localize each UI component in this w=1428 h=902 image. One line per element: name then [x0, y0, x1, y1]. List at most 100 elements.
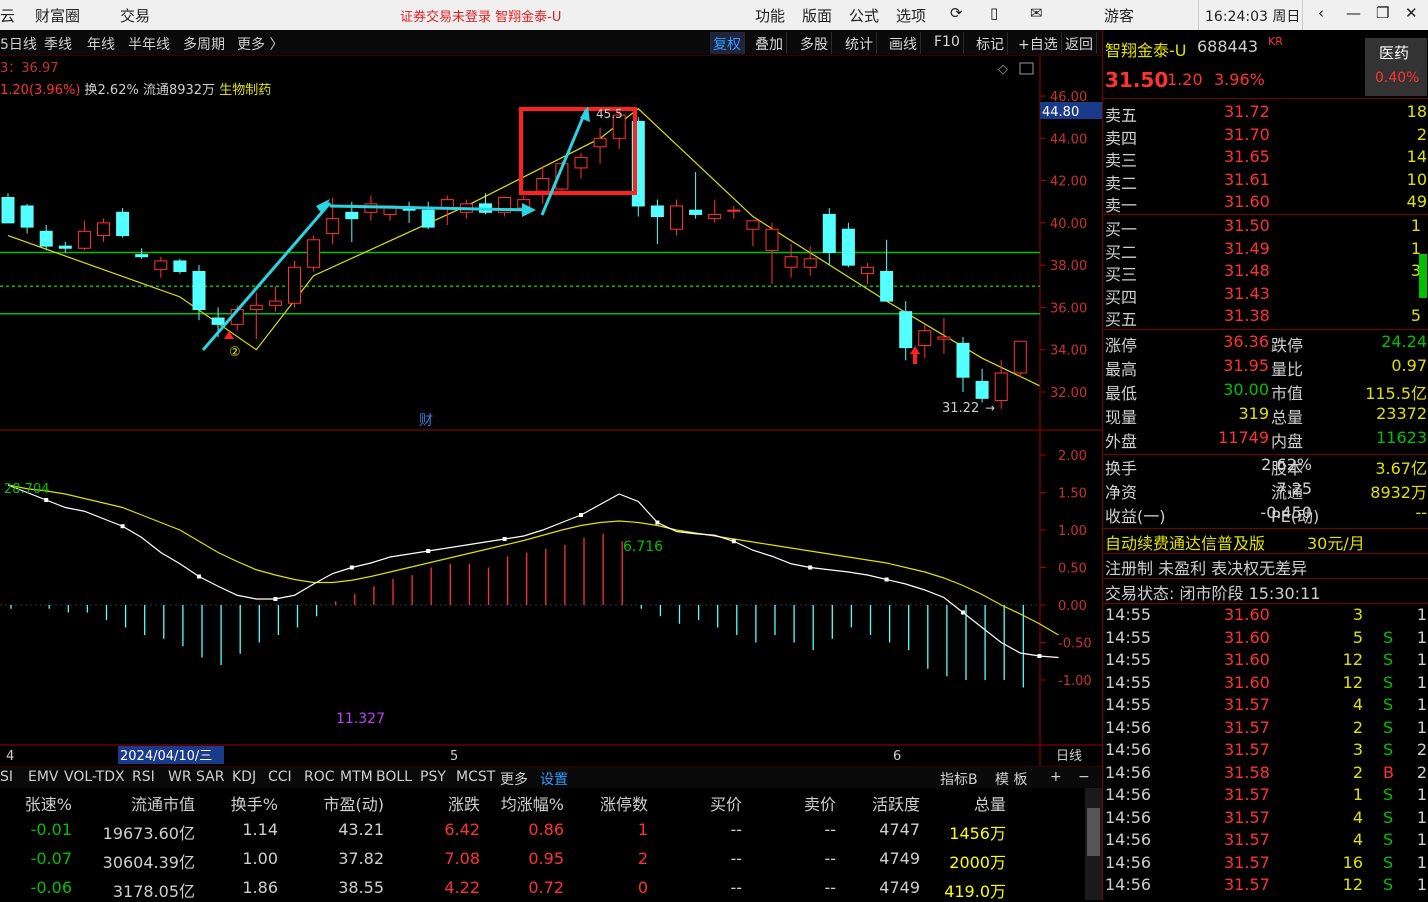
- ask-volume: 14: [1406, 147, 1427, 166]
- grid-cell[interactable]: -0.06: [31, 878, 72, 897]
- period-year[interactable]: 年线: [87, 34, 115, 54]
- stat-value: 8932万: [1370, 483, 1427, 502]
- btn-stats[interactable]: 统计: [842, 32, 877, 54]
- refresh-icon[interactable]: ⟳: [950, 4, 963, 22]
- btn-draw[interactable]: 画线: [886, 32, 921, 54]
- indicator-tab[interactable]: ROC: [304, 769, 335, 785]
- tick-side: S: [1383, 807, 1394, 827]
- indicator-tab[interactable]: 设置: [540, 769, 568, 789]
- grid-cell: 1: [637, 820, 648, 839]
- btn-back[interactable]: 返回: [1062, 32, 1097, 54]
- menu-item-wealth-circle[interactable]: 财富圈: [35, 5, 80, 26]
- indicator-tab[interactable]: RSI: [132, 769, 155, 785]
- period-daily-label[interactable]: 日线: [1056, 749, 1082, 764]
- phone-icon[interactable]: ▯: [990, 4, 998, 22]
- period-more[interactable]: 更多 〉: [237, 34, 283, 54]
- grid-header[interactable]: 市盈(动): [324, 791, 385, 815]
- period-5day[interactable]: 5日线: [0, 34, 37, 54]
- grid-cell[interactable]: 30604.39亿: [103, 849, 195, 873]
- indicator-tab[interactable]: EMV: [28, 769, 59, 785]
- ask-row: 卖二 31.61 10: [1103, 170, 1428, 193]
- indicator-tab[interactable]: SAR: [196, 769, 224, 785]
- finance-marker[interactable]: 财: [419, 413, 433, 429]
- grid-cell[interactable]: 19673.60亿: [103, 820, 195, 844]
- grid-cell: 4749: [879, 878, 920, 897]
- btn-multi-stock[interactable]: 多股: [797, 32, 832, 54]
- stat-value: 115.5亿: [1365, 384, 1427, 403]
- menu-item-trade[interactable]: 交易: [120, 5, 150, 26]
- indicator-tab[interactable]: PSY: [420, 769, 446, 785]
- grid-header[interactable]: 卖价: [804, 791, 836, 815]
- promo-price[interactable]: 30元/月: [1307, 530, 1365, 554]
- grid-header[interactable]: 流通市值: [131, 791, 195, 815]
- indicator-tab[interactable]: 更多: [500, 769, 528, 789]
- login-alert[interactable]: 证券交易未登录 智翔金泰-U: [400, 6, 561, 25]
- grid-cell: 1.00: [242, 849, 278, 868]
- tick-price: 31.60: [1224, 605, 1270, 624]
- indicator-tab-right[interactable]: 模 板: [995, 769, 1027, 789]
- candle-body: [268, 300, 282, 306]
- stock-name[interactable]: 智翔金泰-U: [1105, 37, 1187, 61]
- macd-dif-point: [44, 498, 49, 502]
- grid-header[interactable]: 活跃度: [872, 791, 920, 815]
- user-label[interactable]: 游客: [1104, 5, 1134, 26]
- candle-body: [918, 330, 932, 346]
- grid-header[interactable]: 换手%: [231, 791, 278, 815]
- trade-state: 交易状态: 闭市阶段 15:30:11: [1105, 584, 1321, 603]
- grid-cell: 0.72: [528, 878, 564, 897]
- menu-item-cloud[interactable]: 云: [0, 5, 15, 26]
- period-halfyear[interactable]: 半年线: [128, 34, 170, 54]
- grid-header[interactable]: 均涨幅%: [501, 791, 564, 815]
- indicator-tab[interactable]: MTM: [340, 769, 373, 785]
- indicator-tab[interactable]: CCI: [268, 769, 292, 785]
- macd-label-left: 28.704: [4, 482, 50, 497]
- grid-header[interactable]: 张速%: [25, 791, 72, 815]
- grid-scroll-thumb[interactable]: [1087, 808, 1100, 856]
- indicator-tab-right[interactable]: 指标B: [940, 769, 978, 789]
- grid-header[interactable]: 买价: [710, 791, 742, 815]
- menu-item-options[interactable]: 选项: [896, 5, 926, 26]
- tick-row: 14:55 31.60 12 S 1: [1103, 673, 1428, 695]
- chart-toolbar: 5日线 季线 年线 半年线 多周期 更多 〉 复权 叠加 多股 统计 画线 F1…: [0, 30, 1102, 56]
- grid-cell[interactable]: -0.01: [31, 820, 72, 839]
- indicator-tab-right[interactable]: +: [1050, 769, 1062, 785]
- indicator-tab[interactable]: BOLL: [376, 769, 412, 785]
- stat-value: 11623: [1376, 428, 1427, 447]
- sector-name[interactable]: 医药: [1379, 42, 1409, 63]
- indicator-tab[interactable]: KDJ: [232, 769, 256, 785]
- ask-row: 卖五 31.72 18: [1103, 102, 1428, 125]
- grid-header[interactable]: 涨停数: [600, 791, 648, 815]
- menu-item-function[interactable]: 功能: [755, 5, 785, 26]
- close-icon[interactable]: ✕: [1405, 4, 1418, 22]
- menu-item-formula[interactable]: 公式: [849, 5, 879, 26]
- candle-body: [937, 336, 951, 340]
- period-multi[interactable]: 多周期: [183, 34, 225, 54]
- grid-header[interactable]: 涨跌: [448, 791, 480, 815]
- btn-f10[interactable]: F10: [931, 32, 964, 54]
- mail-icon[interactable]: ✉: [1030, 4, 1043, 22]
- indicator-tab-right[interactable]: −: [1078, 769, 1090, 785]
- grid-cell[interactable]: -0.07: [31, 849, 72, 868]
- btn-mark[interactable]: 标记: [973, 32, 1008, 54]
- menu-item-layout[interactable]: 版面: [802, 5, 832, 26]
- period-quarter[interactable]: 季线: [44, 34, 72, 54]
- tick-side: S: [1383, 650, 1394, 669]
- diamond-icon[interactable]: ◇: [998, 62, 1008, 77]
- grid-cell[interactable]: 3178.05亿: [113, 878, 195, 902]
- indicator-tab[interactable]: SI: [0, 769, 13, 785]
- grid-header[interactable]: 总量: [974, 791, 1006, 815]
- maximize-icon[interactable]: ❐: [1376, 4, 1389, 22]
- tick-price: 31.57: [1224, 852, 1270, 872]
- back-arrow-icon[interactable]: ‹: [1318, 4, 1324, 22]
- indicator-tab[interactable]: MCST: [456, 769, 495, 785]
- btn-add-watch[interactable]: +自选: [1015, 32, 1062, 54]
- indicator-tab[interactable]: VOL-TDX: [64, 769, 125, 785]
- indicator-tab[interactable]: WR: [168, 769, 192, 785]
- kline-chart[interactable]: 46.0044.0042.0040.0038.0036.0034.0032.00…: [0, 56, 1102, 766]
- reg-row: 注册制 未盈利 表决权无差异: [1103, 555, 1428, 578]
- promo-text[interactable]: 自动续费通达信普及版: [1105, 530, 1265, 554]
- macd-tick-label: -1.00: [1058, 674, 1092, 689]
- minimize-icon[interactable]: —: [1346, 4, 1361, 22]
- btn-overlay[interactable]: 叠加: [752, 32, 787, 54]
- btn-adjust[interactable]: 复权: [710, 32, 745, 54]
